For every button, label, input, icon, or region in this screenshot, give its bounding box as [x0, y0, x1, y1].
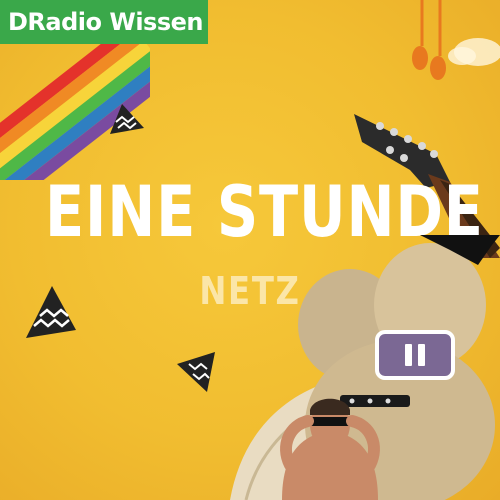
zigzag-triangle-icon	[177, 352, 215, 392]
brand-label: DRadio Wissen	[8, 8, 203, 36]
hanging-drops-graphic	[412, 0, 500, 80]
pause-icon	[402, 344, 428, 366]
podcast-cover: DRadio Wissen EINE STUNDE NETZ	[0, 0, 500, 500]
pause-button[interactable]	[375, 330, 455, 380]
cherubs-collage-image	[230, 235, 500, 500]
brand-logo: DRadio Wissen	[0, 0, 208, 44]
zigzag-triangle-icon	[110, 104, 144, 134]
